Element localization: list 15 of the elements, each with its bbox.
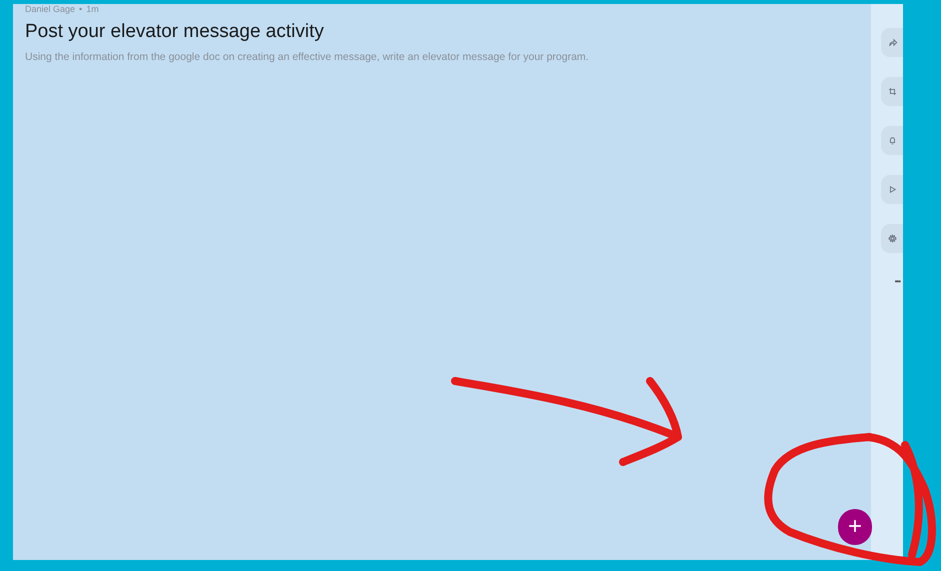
sidebar-button[interactable] <box>881 224 903 253</box>
add-button[interactable]: + <box>838 509 872 545</box>
sidebar-button[interactable] <box>881 175 903 204</box>
sidebar-button[interactable] <box>881 28 903 57</box>
sidebar-button[interactable] <box>881 126 903 155</box>
post-description: Using the information from the google doc on creating an effective message, write an elevator message for your program. <box>25 50 590 64</box>
post-time: 1m <box>86 4 99 14</box>
separator: • <box>79 4 82 14</box>
more-button[interactable]: ••• <box>894 277 900 287</box>
settings-icon <box>886 233 898 244</box>
crop-icon <box>886 86 898 97</box>
post-title: Post your elevator message activity <box>25 20 325 44</box>
author-name: Daniel Gage <box>25 4 76 14</box>
sidebar-button[interactable] <box>881 77 903 106</box>
share-icon <box>886 37 898 48</box>
